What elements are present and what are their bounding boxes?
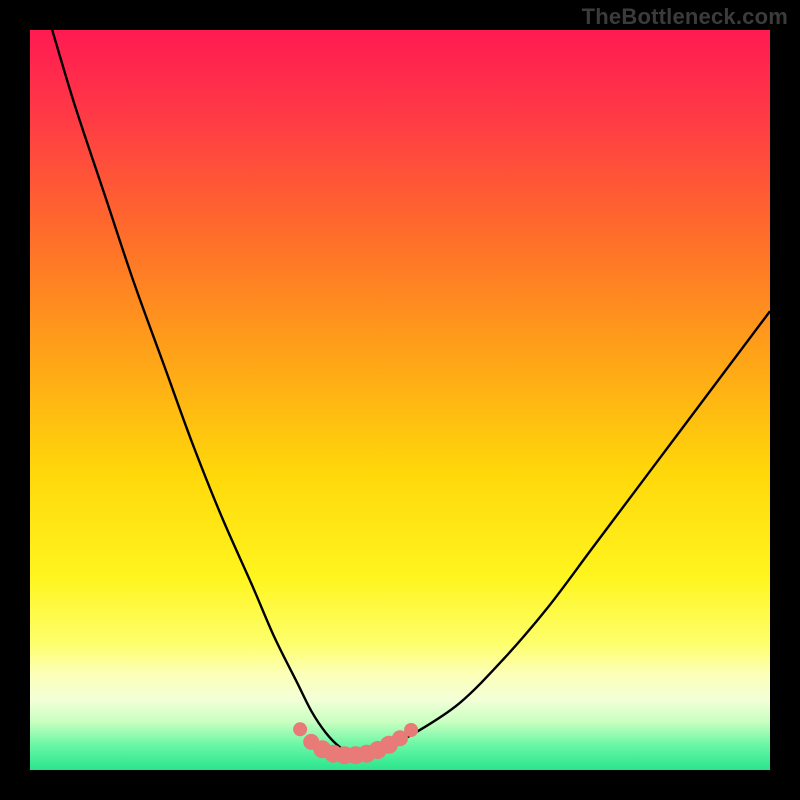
watermark-text: TheBottleneck.com <box>582 4 788 30</box>
optimal-dot <box>404 723 418 737</box>
optimal-zone-markers <box>293 722 418 764</box>
curve-path <box>52 30 770 756</box>
optimal-dot <box>293 722 307 736</box>
chart-frame: TheBottleneck.com <box>0 0 800 800</box>
plot-area <box>30 30 770 770</box>
bottleneck-curve <box>30 30 770 770</box>
